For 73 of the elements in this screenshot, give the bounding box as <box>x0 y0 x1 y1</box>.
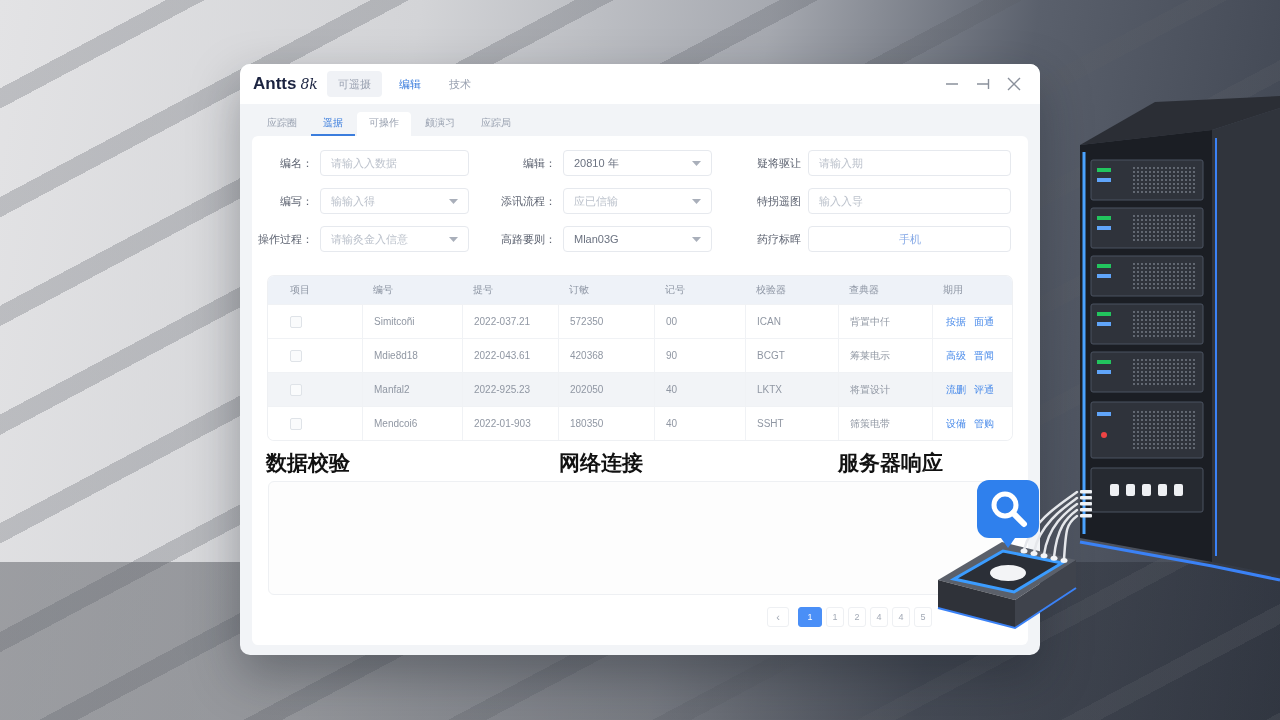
page-button[interactable]: 4 <box>892 607 910 627</box>
caret-icon <box>692 160 701 166</box>
action-link[interactable]: 设備 <box>946 416 966 431</box>
column-header: 记号 <box>664 283 686 297</box>
dropdown-field[interactable]: 20810 年 <box>563 150 712 176</box>
field-label: 编名： <box>279 155 313 171</box>
action-link[interactable]: 按据 <box>946 314 966 329</box>
table-cell: Mendcoi6 <box>362 407 462 440</box>
field-label: 编辑： <box>522 155 556 171</box>
action-link[interactable]: 高级 <box>946 348 966 363</box>
action-link[interactable]: 晋闻 <box>974 348 994 363</box>
table-row[interactable]: Mdie8d18 2022-043.61 420368 90 BCGT 筹莱电示 高级 晋闻 <box>268 338 1012 372</box>
form-button[interactable]: 手机 <box>808 226 1011 252</box>
nav-tab[interactable]: 编辑 <box>387 71 432 97</box>
action-link[interactable]: 面通 <box>974 314 994 329</box>
caret-icon <box>449 236 458 242</box>
sub-tab[interactable]: 颇演习 <box>413 112 467 136</box>
dropdown-field[interactable]: 输输入得 <box>320 188 469 214</box>
column-header: 订敏 <box>568 283 590 297</box>
field-label: 操作过程： <box>257 231 313 247</box>
row-checkbox[interactable] <box>290 383 302 396</box>
row-checkbox[interactable] <box>290 315 302 328</box>
field-label: 药疗标晖 <box>756 231 801 247</box>
section-label: 数据校验 <box>266 451 350 475</box>
column-header: 查典器 <box>848 283 880 297</box>
brand-suffix: 8k <box>300 76 318 92</box>
caret-icon <box>692 198 701 204</box>
action-link[interactable]: 评通 <box>974 382 994 397</box>
brand-name: Antts <box>253 74 297 94</box>
page-button[interactable]: 1 <box>798 607 822 627</box>
maximize-icon[interactable] <box>976 77 990 91</box>
column-header: 编号 <box>372 283 394 297</box>
sub-tab[interactable]: 应踪局 <box>469 112 523 136</box>
caret-icon <box>449 198 458 204</box>
dropdown-field[interactable]: 应已信输 <box>563 188 712 214</box>
page-button[interactable]: 4 <box>870 607 888 627</box>
field-label: 高路要则： <box>500 231 556 247</box>
text-field[interactable]: 请输入期 <box>808 150 1011 176</box>
field-label: 编写： <box>279 193 313 209</box>
table-row[interactable]: Manfal2 2022-925.23 202050 40 LKTX 将置设计 流删 评通 <box>268 372 1012 406</box>
column-header: 校验器 <box>755 283 787 297</box>
field-label: 疑将驱让 <box>756 155 801 171</box>
text-field[interactable]: 请输入入数据 <box>320 150 469 176</box>
table-row[interactable]: Mendcoi6 2022-01-903 180350 40 SSHT 筛策电带 设備 管购 <box>268 406 1012 440</box>
page-button[interactable]: 1 <box>826 607 844 627</box>
section-label: 服务器响应 <box>838 451 943 475</box>
action-link[interactable]: 流删 <box>946 382 966 397</box>
nav-tab[interactable]: 技术 <box>437 71 482 97</box>
column-header: 提号 <box>472 283 494 297</box>
row-checkbox[interactable] <box>290 349 302 362</box>
table-cell: SSHT <box>745 407 838 440</box>
dropdown-field[interactable]: 请输灸金入信意 <box>320 226 469 252</box>
table-cell: 2022-01-903 <box>462 407 558 440</box>
close-icon[interactable] <box>1007 77 1021 91</box>
caret-icon <box>692 236 701 242</box>
table-row[interactable]: Simitcoñi 2022-037.21 572350 00 ICAN 背置中仟 按据 面通 <box>268 304 1012 338</box>
column-header: 期用 <box>942 283 964 297</box>
sub-tab[interactable]: 应踪圈 <box>255 112 309 136</box>
dropdown-field[interactable]: Mlan03G <box>563 226 712 252</box>
table-cell: 筛策电带 <box>838 407 932 440</box>
page-button[interactable]: 5 <box>914 607 932 627</box>
table-cell: 180350 <box>558 407 654 440</box>
sub-tab[interactable]: 可操作 <box>357 112 411 136</box>
page-button[interactable]: 2 <box>848 607 866 627</box>
action-link[interactable]: 管购 <box>974 416 994 431</box>
row-checkbox[interactable] <box>290 417 302 430</box>
nav-tab[interactable]: 可遥摄 <box>326 71 382 97</box>
column-header: 项目 <box>289 283 311 297</box>
field-label: 添讯流程： <box>500 193 556 209</box>
table-cell: 40 <box>654 407 745 440</box>
section-label: 网络连接 <box>559 451 643 475</box>
field-label: 特拐遥图 <box>756 193 801 209</box>
previous-page-button[interactable]: ‹ <box>767 607 789 627</box>
